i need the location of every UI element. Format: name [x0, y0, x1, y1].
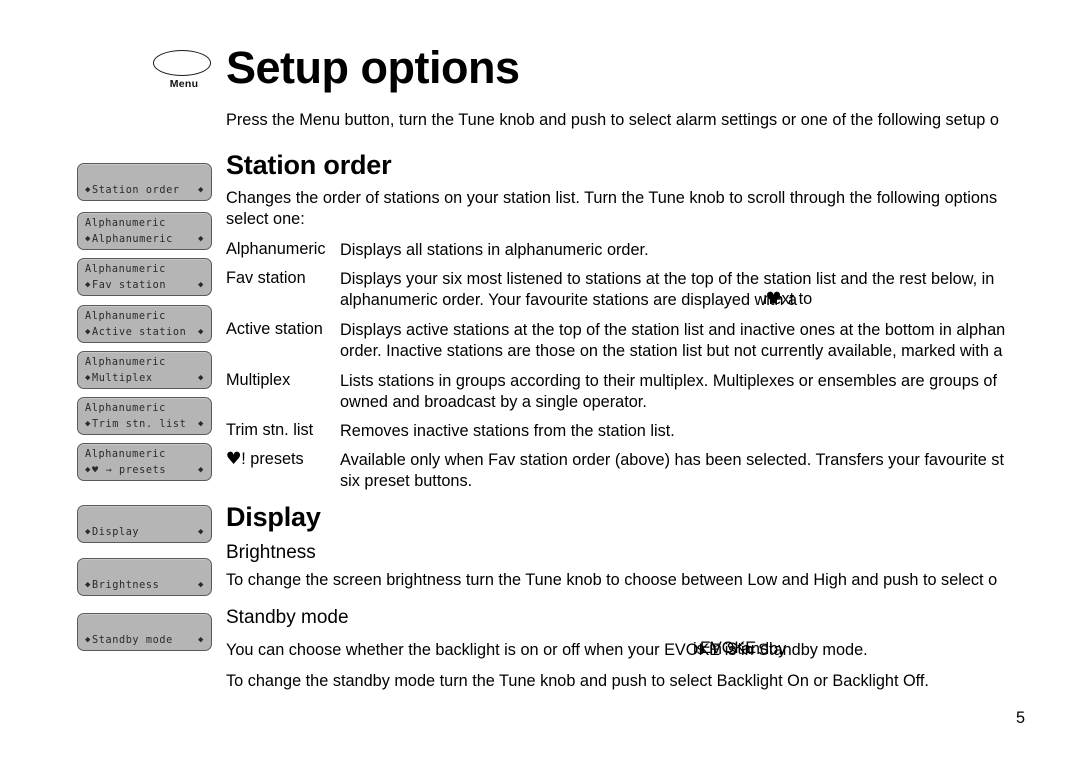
definition-body-multiplex-line-1: Lists stations in groups according to th…: [340, 372, 997, 390]
lcd-arrow-right-icon: ◆: [197, 635, 204, 645]
lcd-text-multiplex: Multiplex: [92, 373, 153, 384]
lcd-text-trim-stn-list: Trim stn. list: [92, 419, 187, 430]
definition-label-heart-presets-text: ! presets: [241, 450, 304, 468]
oval-knob-icon: [153, 50, 211, 76]
lcd-toptext-alphanumeric: Alphanumeric: [85, 218, 166, 229]
lcd-text-brightness: Brightness: [92, 580, 160, 591]
lcd-toptext-heart-presets: Alphanumeric: [85, 449, 166, 460]
lcd-arrow-left-icon: ◆: [85, 527, 92, 537]
lcd-toptext-trim-stn-list: Alphanumeric: [85, 403, 166, 414]
lcd-arrow-right-icon: ◆: [197, 234, 204, 244]
standby-paragraph-line-2: To change the standby mode turn the Tune…: [226, 672, 929, 690]
lcd-text-display: Display: [92, 527, 140, 538]
menu-button-label: Menu: [169, 78, 199, 90]
lcd-text-alphanumeric: Alphanumeric: [92, 234, 173, 245]
definition-body-multiplex-line-2: owned and broadcast by a single operator…: [340, 393, 647, 411]
lcd-screen-alphanumeric: Alphanumeric ◆ Alphanumeric ◆: [77, 212, 212, 250]
lcd-arrow-left-icon: ◆: [85, 580, 92, 590]
lcd-arrow-right-icon: ◆: [197, 373, 204, 383]
intro-paragraph: Press the Menu button, turn the Tune kno…: [226, 111, 999, 129]
lcd-arrow-right-icon: ◆: [197, 580, 204, 590]
definition-label-heart-presets: ♥! presets: [226, 450, 304, 469]
lcd-arrow-left-icon: ◆: [85, 234, 92, 244]
lcd-screen-standby-mode: ◆ Standby mode ◆: [77, 613, 212, 651]
station-order-intro-line-1: Changes the order of stations on your st…: [226, 189, 998, 207]
station-order-intro-line-2: select one:: [226, 210, 305, 228]
definition-label-alphanumeric: Alphanumeric: [226, 240, 326, 258]
definition-body-fav-station-line-1: Displays your six most listened to stati…: [340, 270, 995, 288]
lcd-arrow-right-icon: ◆: [197, 527, 204, 537]
definition-body-alphanumeric-line-1: Displays all stations in alphanumeric or…: [340, 241, 649, 259]
lcd-arrow-left-icon: ◆: [85, 185, 92, 195]
page-title: Setup options: [226, 42, 520, 93]
heading-station-order: Station order: [226, 150, 392, 180]
brightness-paragraph: To change the screen brightness turn the…: [226, 571, 998, 589]
overlap-artifact-fav-station: next to: [762, 290, 814, 308]
definition-label-fav-station: Fav station: [226, 269, 306, 287]
lcd-arrow-right-icon: ◆: [197, 465, 204, 475]
lcd-arrow-left-icon: ◆: [85, 465, 92, 475]
lcd-text-fav-station: Fav station: [92, 280, 167, 291]
heading-standby-mode: Standby mode: [226, 607, 349, 628]
lcd-screen-brightness: ◆ Brightness ◆: [77, 558, 212, 596]
page-number: 5: [1016, 709, 1026, 727]
lcd-arrow-left-icon: ◆: [85, 373, 92, 383]
lcd-toptext-active-station: Alphanumeric: [85, 311, 166, 322]
menu-button-illustration: Menu: [153, 50, 215, 90]
lcd-screen-multiplex: Alphanumeric ◆ Multiplex ◆: [77, 351, 212, 389]
lcd-screen-trim-stn-list: Alphanumeric ◆ Trim stn. list ◆: [77, 397, 212, 435]
lcd-screen-station-order: ◆ Station order ◆: [77, 163, 212, 201]
lcd-arrow-left-icon: ◆: [85, 419, 92, 429]
lcd-arrow-left-icon: ◆: [85, 327, 92, 337]
definition-body-fav-station-line-2: alphanumeric order. Your favourite stati…: [340, 291, 798, 309]
lcd-arrow-left-icon: ◆: [85, 280, 92, 290]
definition-label-trim-stn-list: Trim stn. list: [226, 421, 314, 439]
definition-label-active-station: Active station: [226, 320, 323, 338]
definition-body-trim-stn-list-line-1: Removes inactive stations from the stati…: [340, 422, 675, 440]
lcd-text-heart-presets: ♥ → presets: [92, 465, 167, 476]
lcd-screen-active-station: Alphanumeric ◆ Active station ◆: [77, 305, 212, 343]
definition-body-active-station-line-2: order. Inactive stations are those on th…: [340, 342, 1003, 360]
lcd-screen-fav-station: Alphanumeric ◆ Fav station ◆: [77, 258, 212, 296]
heart-icon: ♥: [225, 449, 242, 469]
heading-display: Display: [226, 502, 321, 532]
lcd-text-station-order: Station order: [92, 185, 180, 196]
lcd-toptext-fav-station: Alphanumeric: [85, 264, 166, 275]
lcd-arrow-right-icon: ◆: [197, 280, 204, 290]
lcd-arrow-left-icon: ◆: [85, 635, 92, 645]
lcd-arrow-right-icon: ◆: [197, 327, 204, 337]
definition-body-heart-presets-line-1: Available only when Fav station order (a…: [340, 451, 1004, 469]
lcd-text-standby-mode: Standby mode: [92, 635, 173, 646]
lcd-screen-display: ◆ Display ◆: [77, 505, 212, 543]
definition-body-active-station-line-1: Displays active stations at the top of t…: [340, 321, 1006, 339]
heading-brightness: Brightness: [226, 542, 316, 563]
definition-label-multiplex: Multiplex: [226, 371, 291, 389]
lcd-arrow-right-icon: ◆: [197, 419, 204, 429]
overlap-artifact-standby-2: EVOKE: [700, 639, 757, 657]
lcd-screen-heart-presets: Alphanumeric ◆ ♥ → presets ◆: [77, 443, 212, 481]
lcd-text-active-station: Active station: [92, 327, 187, 338]
definition-body-heart-presets-line-2: six preset buttons.: [340, 472, 473, 490]
lcd-toptext-multiplex: Alphanumeric: [85, 357, 166, 368]
lcd-arrow-right-icon: ◆: [197, 185, 204, 195]
